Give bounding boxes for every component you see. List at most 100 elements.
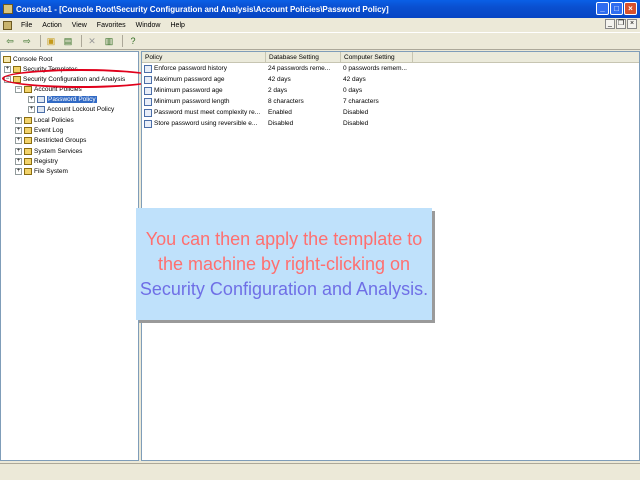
tree-item-password-policy[interactable]: + Password Policy bbox=[28, 94, 97, 104]
tree-item-label: Account Lockout Policy bbox=[47, 105, 115, 113]
tree-item-label: Registry bbox=[34, 157, 58, 165]
show-hide-tree-icon[interactable]: ▤ bbox=[61, 34, 75, 48]
database-setting: 8 characters bbox=[268, 98, 304, 105]
tree-item-local-policies[interactable]: + Local Policies bbox=[15, 115, 74, 125]
tree-item-label: Local Policies bbox=[34, 116, 74, 124]
folder-icon bbox=[24, 116, 32, 124]
policy-icon bbox=[144, 64, 152, 73]
policy-cell: Minimum password length bbox=[142, 97, 266, 106]
properties-icon[interactable]: ▥ bbox=[102, 34, 116, 48]
column-header-database-setting[interactable]: Database Setting bbox=[266, 52, 341, 62]
menu-window[interactable]: Window bbox=[131, 22, 166, 29]
tree-item-system-services[interactable]: + System Services bbox=[15, 146, 82, 156]
menu-favorites[interactable]: Favorites bbox=[92, 22, 131, 29]
policy-name: Maximum password age bbox=[154, 76, 225, 83]
toolbar-separator bbox=[40, 35, 41, 47]
child-window-controls: _ ❐ × bbox=[605, 19, 637, 29]
column-header-policy[interactable]: Policy bbox=[142, 52, 266, 62]
callout-text-part1: You can then apply the template to the m… bbox=[145, 228, 423, 274]
expand-icon[interactable]: + bbox=[28, 105, 35, 113]
database-setting: 2 days bbox=[268, 87, 288, 94]
menu-help[interactable]: Help bbox=[166, 22, 190, 29]
callout-text-part2: . bbox=[423, 278, 429, 299]
tree-item-registry[interactable]: + Registry bbox=[15, 156, 58, 166]
policy-name: Minimum password length bbox=[154, 98, 230, 105]
tree-item-file-system[interactable]: + File System bbox=[15, 166, 68, 176]
policy-name: Store password using reversible e... bbox=[154, 120, 258, 127]
callout-highlight: Security Configuration and Analysis bbox=[139, 278, 424, 299]
menu-file[interactable]: File bbox=[16, 22, 37, 29]
child-close-button[interactable]: × bbox=[627, 19, 637, 29]
expand-icon[interactable]: + bbox=[15, 167, 22, 175]
forward-arrow-icon[interactable]: ⇨ bbox=[20, 34, 34, 48]
highlight-ellipse bbox=[2, 69, 160, 88]
list-header: Policy Database Setting Computer Setting bbox=[142, 52, 639, 63]
expand-icon[interactable]: + bbox=[15, 126, 22, 134]
folder-icon bbox=[24, 147, 32, 155]
menu-bar: File Action View Favorites Window Help _… bbox=[0, 18, 640, 32]
menu-view[interactable]: View bbox=[67, 22, 92, 29]
tutorial-callout: You can then apply the template to the m… bbox=[136, 208, 432, 320]
policy-cell: Minimum password age bbox=[142, 86, 266, 95]
toolbar: ⇦ ⇨ ▣ ▤ ✕ ▥ ? bbox=[0, 32, 640, 50]
policy-name: Password must meet complexity re... bbox=[154, 109, 261, 116]
folder-icon bbox=[24, 126, 32, 134]
database-setting: 42 days bbox=[268, 76, 291, 83]
child-restore-button[interactable]: ❐ bbox=[616, 19, 626, 29]
tree-item-console-root[interactable]: Console Root bbox=[3, 54, 52, 64]
list-item[interactable]: Store password using reversible e... Dis… bbox=[142, 118, 639, 129]
expand-icon[interactable]: + bbox=[28, 95, 35, 103]
tree-item-label: Console Root bbox=[13, 55, 53, 63]
list-item[interactable]: Enforce password history 24 passwords re… bbox=[142, 63, 639, 74]
callout-text: You can then apply the template to the m… bbox=[136, 227, 432, 302]
status-bar bbox=[0, 463, 640, 480]
title-bar: Console1 - [Console Root\Security Config… bbox=[0, 0, 640, 18]
maximize-button[interactable]: □ bbox=[610, 2, 623, 15]
column-header-computer-setting[interactable]: Computer Setting bbox=[341, 52, 413, 62]
up-folder-icon[interactable]: ▣ bbox=[44, 34, 58, 48]
tree-item-label: Event Log bbox=[34, 126, 64, 134]
folder-icon bbox=[24, 167, 32, 175]
list-item[interactable]: Password must meet complexity re... Enab… bbox=[142, 107, 639, 118]
help-icon[interactable]: ? bbox=[126, 34, 140, 48]
policy-icon bbox=[37, 105, 45, 113]
policy-name: Enforce password history bbox=[154, 65, 227, 72]
folder-icon bbox=[24, 85, 32, 93]
policy-icon bbox=[37, 95, 45, 103]
tree-item-restricted-groups[interactable]: + Restricted Groups bbox=[15, 135, 86, 145]
policy-name: Minimum password age bbox=[154, 87, 223, 94]
back-arrow-icon[interactable]: ⇦ bbox=[3, 34, 17, 48]
policy-cell: Password must meet complexity re... bbox=[142, 108, 266, 117]
tree-item-event-log[interactable]: + Event Log bbox=[15, 125, 63, 135]
toolbar-separator bbox=[122, 35, 123, 47]
close-button[interactable]: × bbox=[624, 2, 637, 15]
folder-icon bbox=[3, 55, 11, 63]
computer-setting: 0 days bbox=[343, 87, 363, 94]
expand-icon[interactable]: + bbox=[15, 157, 22, 165]
computer-setting: 7 characters bbox=[343, 98, 379, 105]
list-item[interactable]: Minimum password age 2 days 0 days bbox=[142, 85, 639, 96]
expand-icon[interactable]: + bbox=[15, 116, 22, 124]
menu-action[interactable]: Action bbox=[37, 22, 66, 29]
console-menu-icon[interactable] bbox=[3, 20, 12, 30]
delete-icon[interactable]: ✕ bbox=[85, 34, 99, 48]
child-minimize-button[interactable]: _ bbox=[605, 19, 615, 29]
expand-icon[interactable]: + bbox=[15, 147, 22, 155]
policy-cell: Enforce password history bbox=[142, 64, 266, 73]
expand-icon[interactable]: + bbox=[4, 65, 11, 73]
policy-icon bbox=[144, 75, 152, 84]
list-item[interactable]: Minimum password length 8 characters 7 c… bbox=[142, 96, 639, 107]
collapse-icon[interactable]: − bbox=[15, 85, 22, 93]
list-item[interactable]: Maximum password age 42 days 42 days bbox=[142, 74, 639, 85]
policy-icon bbox=[144, 97, 152, 106]
policy-icon bbox=[144, 108, 152, 117]
policy-icon bbox=[144, 86, 152, 95]
expand-icon[interactable]: + bbox=[15, 136, 22, 144]
computer-setting: 42 days bbox=[343, 76, 366, 83]
tree-item-account-lockout-policy[interactable]: + Account Lockout Policy bbox=[28, 104, 114, 114]
policy-icon bbox=[144, 119, 152, 128]
tree-item-label: System Services bbox=[34, 147, 83, 155]
minimize-button[interactable]: _ bbox=[596, 2, 609, 15]
console-app-icon bbox=[3, 4, 13, 14]
computer-setting: 0 passwords remem... bbox=[343, 65, 407, 72]
